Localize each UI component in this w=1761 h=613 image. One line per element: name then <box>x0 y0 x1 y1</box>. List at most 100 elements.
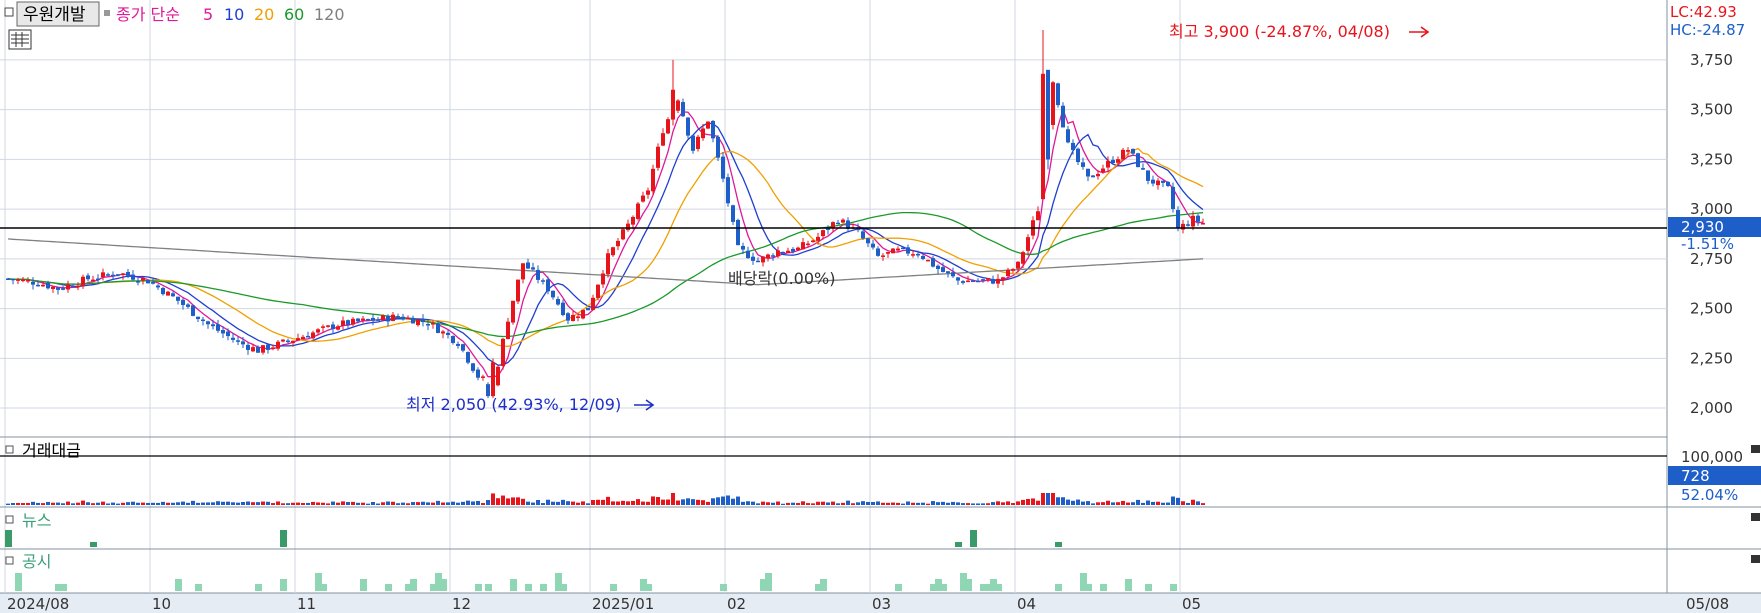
volume-bar-110 <box>556 501 560 505</box>
volume-bar-219 <box>1101 502 1105 505</box>
candle-body-75 <box>381 315 385 321</box>
volume-bar-102 <box>516 497 520 505</box>
disclosure-bar-20 <box>540 584 547 591</box>
candle-body-166 <box>836 222 840 225</box>
disclosure-bar-22 <box>560 584 567 591</box>
volume-bar-22 <box>116 503 120 505</box>
volume-bar-16 <box>86 502 90 505</box>
stock-name: 우원개발 <box>23 5 86 25</box>
volume-panel-expand-icon[interactable] <box>1751 445 1760 453</box>
disclosure-bar-23 <box>610 584 617 591</box>
news-panel-expand-icon[interactable] <box>1751 513 1760 521</box>
candle-body-142 <box>716 136 720 158</box>
candle-body-187 <box>941 267 945 272</box>
candle-body-11 <box>61 288 65 290</box>
volume-bar-231 <box>1161 502 1165 505</box>
volume-bar-119 <box>601 499 605 505</box>
volume-bar-202 <box>1016 501 1020 505</box>
volume-bar-29 <box>151 502 155 505</box>
candle-body-5 <box>31 281 35 285</box>
volume-bar-126 <box>636 499 640 505</box>
candle-body-39 <box>201 319 205 322</box>
candle-body-8 <box>46 282 50 289</box>
disclosure-bar-26 <box>720 584 727 591</box>
news-bar-1 <box>90 542 97 547</box>
disclosure-bar-5 <box>255 584 262 591</box>
volume-bar-192 <box>966 503 970 505</box>
candle-body-52 <box>266 344 270 350</box>
volume-bar-147 <box>741 501 745 505</box>
candle-body-222 <box>1116 159 1120 163</box>
candle-body-126 <box>636 203 640 219</box>
volume-bar-50 <box>256 502 260 505</box>
candle-body-135 <box>681 102 685 117</box>
candle-body-118 <box>596 284 600 298</box>
news-bar-0 <box>5 530 12 547</box>
volume-bar-180 <box>906 501 910 505</box>
candle-body-221 <box>1111 159 1115 164</box>
candle-body-17 <box>91 279 95 282</box>
volume-bar-40 <box>206 502 210 505</box>
candle-body-70 <box>356 318 360 322</box>
candle-body-71 <box>361 318 365 321</box>
stock-chart[interactable]: 2,0002,2502,5002,7503,0003,2503,5003,750… <box>0 0 1761 613</box>
disclosure-panel-marker <box>5 556 14 565</box>
volume-bar-89 <box>451 501 455 505</box>
candle-body-0 <box>6 278 10 280</box>
volume-bar-185 <box>931 501 935 505</box>
volume-bar-55 <box>281 503 285 505</box>
candle-body-102 <box>516 279 520 302</box>
y-tick-label-4: 3,000 <box>1690 200 1733 218</box>
candle-body-30 <box>156 285 160 288</box>
volume-bar-174 <box>876 501 880 505</box>
volume-bar-131 <box>661 499 665 505</box>
candle-body-134 <box>676 100 680 111</box>
volume-bar-59 <box>301 503 305 505</box>
candle-body-181 <box>911 254 915 256</box>
volume-bar-18 <box>96 502 100 505</box>
volume-bar-109 <box>551 501 555 505</box>
candle-body-156 <box>786 250 790 253</box>
volume-bar-215 <box>1081 501 1085 505</box>
candle-body-115 <box>581 309 585 319</box>
candle-body-188 <box>946 271 950 274</box>
candle-body-186 <box>936 265 940 269</box>
volume-bar-103 <box>521 498 525 505</box>
candle-body-127 <box>641 195 645 202</box>
volume-bar-95 <box>481 503 485 505</box>
candle-body-150 <box>756 260 760 263</box>
volume-bar-224 <box>1126 502 1130 505</box>
grid-toggle-icon[interactable] <box>8 29 32 50</box>
candle-body-185 <box>931 258 935 267</box>
lc-label: LC:42.93 <box>1670 3 1737 21</box>
candle-body-104 <box>526 262 530 269</box>
candle-body-201 <box>1011 269 1015 271</box>
volume-bar-35 <box>181 501 185 505</box>
volume-bar-140 <box>706 501 710 505</box>
candle-body-219 <box>1101 168 1105 173</box>
volume-bar-128 <box>646 501 650 505</box>
candle-body-177 <box>891 248 895 254</box>
volume-bar-41 <box>211 502 215 505</box>
candle-body-78 <box>396 316 400 318</box>
volume-bar-201 <box>1011 503 1015 505</box>
volume-bar-52 <box>266 501 270 505</box>
disclosure-bar-0 <box>15 573 22 591</box>
ma-period-20: 20 <box>254 5 274 24</box>
disclosure-bar-28 <box>765 573 772 591</box>
disclosure-bar-9 <box>360 579 367 591</box>
volume-bar-213 <box>1071 500 1075 505</box>
volume-bar-137 <box>691 499 695 505</box>
volume-bar-88 <box>446 502 450 505</box>
volume-bar-122 <box>616 501 620 505</box>
candle-body-128 <box>646 190 650 195</box>
x-tick-label-0: 2024/08 <box>7 595 69 613</box>
candle-body-51 <box>261 345 265 353</box>
disclosure-panel-expand-icon[interactable] <box>1751 555 1760 563</box>
volume-bar-153 <box>771 502 775 505</box>
candle-body-189 <box>951 272 955 277</box>
volume-bar-54 <box>276 501 280 505</box>
candle-body-160 <box>806 243 810 246</box>
volume-bar-238 <box>1196 501 1200 505</box>
candle-body-88 <box>446 332 450 336</box>
